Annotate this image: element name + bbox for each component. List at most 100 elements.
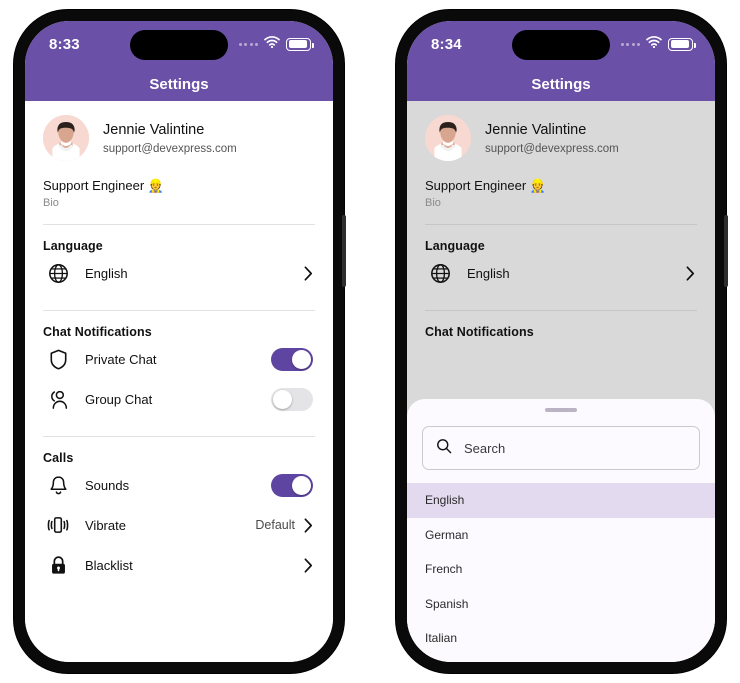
nav-bar: Settings	[25, 67, 333, 101]
row-vibrate[interactable]: Vibrate Default	[43, 505, 315, 545]
row-label: Blacklist	[85, 557, 133, 573]
page-title: Settings	[531, 75, 591, 93]
avatar	[425, 115, 471, 161]
search-icon	[436, 438, 452, 459]
row-tail	[271, 347, 313, 371]
list-item[interactable]: Italian	[407, 621, 715, 656]
row-label: Private Chat	[85, 351, 157, 367]
list-item[interactable]: Russian	[407, 656, 715, 663]
power-button[interactable]	[724, 215, 728, 287]
bio-block: Support Engineer 👷 Bio	[425, 178, 697, 209]
group-icon	[43, 389, 73, 410]
bio-label: Bio	[425, 197, 441, 209]
section-language: Language English	[407, 225, 715, 295]
row-label: English	[467, 265, 510, 281]
status-time: 8:33	[49, 35, 80, 53]
screenshot-stage: 8:33 Settings Jennie Valintine support@d…	[0, 0, 740, 683]
section-chat-notifications: Chat Notifications	[407, 311, 715, 341]
globe-icon	[425, 263, 455, 284]
section-title: Language	[425, 239, 485, 253]
wifi-icon	[264, 35, 280, 53]
dynamic-island	[130, 30, 228, 60]
phone-screen: 8:34 Settings Jennie Valintine support@d…	[407, 21, 715, 662]
signal-dots-icon	[238, 42, 258, 46]
profile-email: support@devexpress.com	[103, 142, 237, 155]
battery-icon	[286, 37, 314, 51]
row-sounds[interactable]: Sounds	[43, 465, 315, 505]
row-label: English	[85, 265, 128, 281]
battery-icon	[668, 37, 696, 51]
top-bar: 8:33 Settings	[25, 21, 333, 101]
toggle-group-chat[interactable]	[271, 387, 313, 411]
row-label: Vibrate	[85, 517, 126, 533]
dynamic-island	[512, 30, 610, 60]
settings-content-dimmed: Jennie Valintine support@devexpress.com …	[407, 101, 715, 662]
search-placeholder: Search	[464, 440, 506, 456]
profile-text: Jennie Valintine support@devexpress.com	[485, 121, 619, 155]
status-bar: 8:33	[25, 21, 333, 67]
status-icons	[238, 35, 314, 53]
lock-icon	[43, 555, 73, 576]
section-title: Chat Notifications	[43, 325, 152, 339]
avatar[interactable]	[43, 115, 89, 161]
globe-icon	[43, 263, 73, 284]
row-value: Default	[255, 518, 295, 532]
profile-row[interactable]: Jennie Valintine support@devexpress.com	[43, 115, 315, 161]
section-calls: Calls Sounds Vibrate Default Blacklist	[25, 437, 333, 587]
wifi-icon	[646, 35, 662, 53]
row-tail: Default	[255, 517, 313, 533]
section-title: Chat Notifications	[425, 325, 534, 339]
language-bottom-sheet: Search English German French Spanish Ita…	[407, 399, 715, 662]
section-language: Language English	[25, 225, 333, 295]
list-item[interactable]: Spanish	[407, 587, 715, 622]
chevron-right-icon	[304, 517, 313, 533]
row-language[interactable]: English	[43, 253, 315, 293]
search-input[interactable]: Search	[422, 426, 700, 470]
phone-settings: 8:33 Settings Jennie Valintine support@d…	[14, 10, 346, 673]
status-icons	[620, 35, 696, 53]
row-label: Group Chat	[85, 391, 153, 407]
chevron-right-icon	[304, 265, 313, 281]
chevron-right-icon	[304, 557, 313, 573]
phone-language-picker: 8:34 Settings Jennie Valintine support@d…	[396, 10, 728, 673]
profile-block[interactable]: Jennie Valintine support@devexpress.com …	[25, 101, 333, 209]
row-label: Sounds	[85, 477, 130, 493]
top-bar: 8:34 Settings	[407, 21, 715, 101]
vibrate-icon	[43, 515, 73, 535]
section-title: Language	[43, 239, 103, 253]
row-blacklist[interactable]: Blacklist	[43, 545, 315, 585]
list-item[interactable]: French	[407, 552, 715, 587]
power-button[interactable]	[342, 215, 346, 287]
toggle-private-chat[interactable]	[271, 347, 313, 371]
bio-block[interactable]: Support Engineer 👷 Bio	[43, 178, 315, 209]
toggle-sounds[interactable]	[271, 473, 313, 497]
section-title: Calls	[43, 451, 74, 465]
bio-text: Support Engineer 👷	[425, 178, 546, 193]
row-private-chat[interactable]: Private Chat	[43, 339, 315, 379]
profile-block: Jennie Valintine support@devexpress.com …	[407, 101, 715, 209]
signal-dots-icon	[620, 42, 640, 46]
search-wrap: Search	[407, 412, 715, 483]
phone-screen: 8:33 Settings Jennie Valintine support@d…	[25, 21, 333, 662]
page-title: Settings	[149, 75, 209, 93]
shield-icon	[43, 349, 73, 370]
language-list: English German French Spanish Italian Ru…	[407, 483, 715, 662]
list-item[interactable]: German	[407, 518, 715, 553]
bell-icon	[43, 475, 73, 496]
nav-bar: Settings	[407, 67, 715, 101]
row-tail	[304, 557, 313, 573]
profile-text: Jennie Valintine support@devexpress.com	[103, 121, 237, 155]
profile-row: Jennie Valintine support@devexpress.com	[425, 115, 697, 161]
row-tail	[686, 265, 695, 281]
settings-content: Jennie Valintine support@devexpress.com …	[25, 101, 333, 662]
list-item[interactable]: English	[407, 483, 715, 518]
chevron-right-icon	[686, 265, 695, 281]
status-bar: 8:34	[407, 21, 715, 67]
row-tail	[271, 473, 313, 497]
row-tail	[271, 387, 313, 411]
profile-name: Jennie Valintine	[485, 122, 587, 139]
status-time: 8:34	[431, 35, 462, 53]
bio-text: Support Engineer 👷	[43, 178, 164, 193]
row-group-chat[interactable]: Group Chat	[43, 379, 315, 419]
bio-label: Bio	[43, 197, 59, 209]
